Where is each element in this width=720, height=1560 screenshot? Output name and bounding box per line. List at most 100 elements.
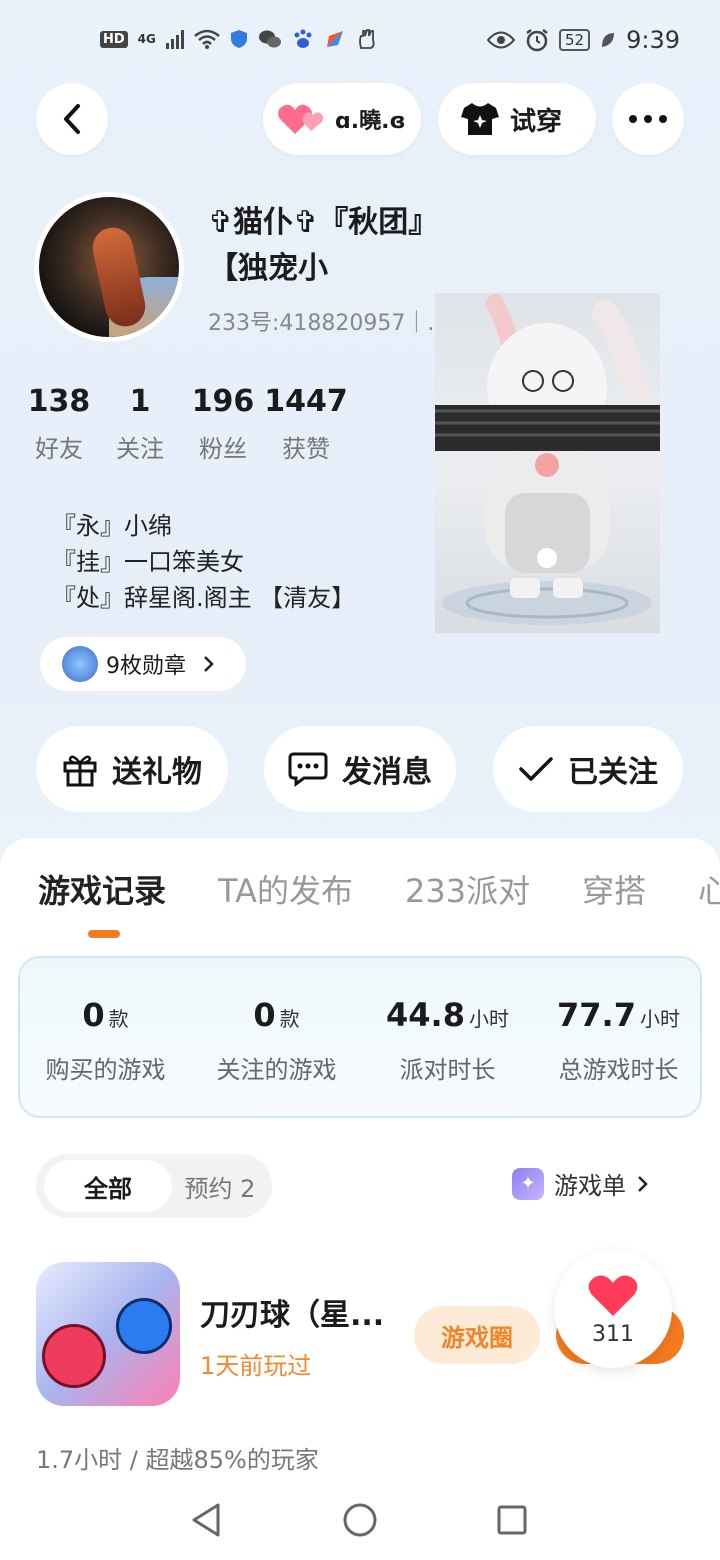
user-id[interactable]: 233号:418820957｜.. xyxy=(208,305,441,337)
send-gift-label: 送礼物 xyxy=(112,755,202,790)
shield-icon xyxy=(230,30,247,48)
leaf-icon xyxy=(602,33,615,47)
network-type: 4G xyxy=(137,32,156,46)
paw-icon xyxy=(294,29,312,48)
bio-line: 『处』辞星阁.阁主 【清友】 xyxy=(52,584,356,612)
stat-following[interactable]: 1 关注 xyxy=(95,384,185,464)
stat-value: 0 xyxy=(82,996,105,1034)
stat-value: 77.7 xyxy=(557,996,636,1034)
stat-value: 0 xyxy=(253,996,276,1034)
tab-bar: 游戏记录 TA的发布 233派对 穿搭 心 xyxy=(38,866,720,912)
game-circle-button[interactable]: 游戏圈 xyxy=(414,1306,540,1364)
send-message-button[interactable]: 发消息 xyxy=(264,726,456,812)
stat-friends-num: 138 xyxy=(27,384,91,419)
hand-icon xyxy=(358,29,375,49)
more-button[interactable] xyxy=(612,83,684,155)
gift-icon xyxy=(63,755,97,787)
game-last-played: 1天前玩过 xyxy=(200,1352,312,1380)
chevron-left-icon xyxy=(64,104,80,134)
character-illustration xyxy=(435,294,660,625)
try-on-label: 试穿 xyxy=(510,106,563,137)
stat-friends[interactable]: 138 好友 xyxy=(14,384,104,464)
heart-pair-icon xyxy=(278,104,324,134)
game-playtime: 1.7小时 / 超越85%的玩家 xyxy=(36,1446,319,1474)
stat-party-time[interactable]: 44.8 小时 派对时长 xyxy=(362,996,533,1085)
stat-likes-num: 1447 xyxy=(264,384,348,419)
game-icon[interactable] xyxy=(36,1262,180,1406)
signal-icon xyxy=(165,29,184,49)
stat-following-label: 关注 xyxy=(116,435,164,463)
alarm-icon xyxy=(526,29,548,52)
tab-indicator xyxy=(88,930,120,938)
stat-fans-label: 粉丝 xyxy=(199,435,247,463)
badge-icon xyxy=(62,646,98,682)
system-nav-bar xyxy=(0,1490,720,1560)
avatar[interactable] xyxy=(34,192,184,342)
stat-fans[interactable]: 196 粉丝 xyxy=(178,384,268,464)
hd-badge: HD xyxy=(100,30,128,48)
more-dots-icon xyxy=(629,115,667,123)
status-left-icons: HD 4G xyxy=(100,28,378,50)
cp-pill[interactable]: ɑ.曉.ɞ xyxy=(263,83,421,155)
try-on-button[interactable]: 试穿 xyxy=(438,83,596,155)
stat-purchased-games[interactable]: 0款 购买的游戏 xyxy=(20,996,191,1085)
status-right-icons: 52 9:39 xyxy=(487,26,680,54)
status-bar: HD 4G 52 9:39 xyxy=(0,18,720,66)
stat-likes[interactable]: 1447 获赞 xyxy=(261,384,351,464)
game-list-label: 游戏单 xyxy=(554,1172,626,1200)
followed-button[interactable]: 已关注 xyxy=(493,726,683,812)
game-list-link[interactable]: ✦ 游戏单 xyxy=(512,1166,650,1201)
badges-label: 9枚勋章 xyxy=(106,654,186,679)
stat-unit: 款 xyxy=(279,1007,300,1031)
back-button[interactable] xyxy=(36,83,108,155)
filter-segment: 全部 预约 2 xyxy=(36,1154,272,1218)
wifi-icon xyxy=(194,29,220,49)
clock: 9:39 xyxy=(626,26,680,54)
back-triangle-icon[interactable] xyxy=(190,1502,222,1538)
stat-following-num: 1 xyxy=(129,384,151,419)
eye-icon xyxy=(487,31,515,49)
battery-indicator: 52 xyxy=(559,29,591,51)
tab-outfits[interactable]: 穿搭 xyxy=(582,866,646,912)
tab-more[interactable]: 心 xyxy=(698,866,720,912)
stat-label: 总游戏时长 xyxy=(558,1056,679,1084)
sparkle-icon: ✦ xyxy=(512,1167,544,1200)
chevron-right-icon xyxy=(638,1175,648,1192)
tab-posts[interactable]: TA的发布 xyxy=(218,866,353,912)
segment-all[interactable]: 全部 xyxy=(44,1160,172,1212)
tshirt-icon xyxy=(461,103,499,135)
avatar-figure[interactable] xyxy=(435,293,660,633)
tab-party[interactable]: 233派对 xyxy=(405,866,530,912)
badges-button[interactable]: 9枚勋章 xyxy=(40,637,246,691)
send-message-label: 发消息 xyxy=(342,755,432,790)
cp-name: ɑ.曉.ɞ xyxy=(335,109,406,134)
tab-game-records[interactable]: 游戏记录 xyxy=(38,866,166,912)
stat-unit: 小时 xyxy=(468,1007,509,1031)
bio-line: 『挂』一口笨美女 xyxy=(52,548,244,576)
stat-likes-label: 获赞 xyxy=(282,435,330,463)
segment-reserve[interactable]: 预约 2 xyxy=(172,1160,268,1212)
stat-label: 派对时长 xyxy=(399,1056,496,1084)
recents-square-icon[interactable] xyxy=(496,1504,528,1536)
stat-followed-games[interactable]: 0款 关注的游戏 xyxy=(191,996,362,1085)
followed-label: 已关注 xyxy=(568,755,658,790)
heart-icon xyxy=(588,1274,638,1316)
stat-label: 关注的游戏 xyxy=(216,1056,337,1084)
message-bubble-icon xyxy=(288,752,328,787)
wechat-icon xyxy=(258,30,281,48)
stat-fans-num: 196 xyxy=(191,384,255,419)
stat-unit: 小时 xyxy=(639,1007,680,1031)
send-gift-button[interactable]: 送礼物 xyxy=(36,726,228,812)
stat-label: 购买的游戏 xyxy=(45,1056,166,1084)
bio: 『永』小绵 『挂』一口笨美女 『处』辞星阁.阁主 【清友】 xyxy=(52,508,355,616)
game-title[interactable]: 刀刃球（星... xyxy=(200,1290,384,1334)
nickname: ✞猫仆✞『秋团』【独宠小 xyxy=(208,205,424,286)
chevron-right-icon xyxy=(204,656,214,672)
home-circle-icon[interactable] xyxy=(342,1502,378,1538)
like-button[interactable]: 311 xyxy=(554,1250,672,1368)
stat-total-time[interactable]: 77.7 小时 总游戏时长 xyxy=(533,996,704,1085)
check-icon xyxy=(519,757,553,781)
bio-line: 『永』小绵 xyxy=(52,512,172,540)
like-count: 311 xyxy=(592,1321,634,1347)
rocket-icon xyxy=(326,31,343,47)
